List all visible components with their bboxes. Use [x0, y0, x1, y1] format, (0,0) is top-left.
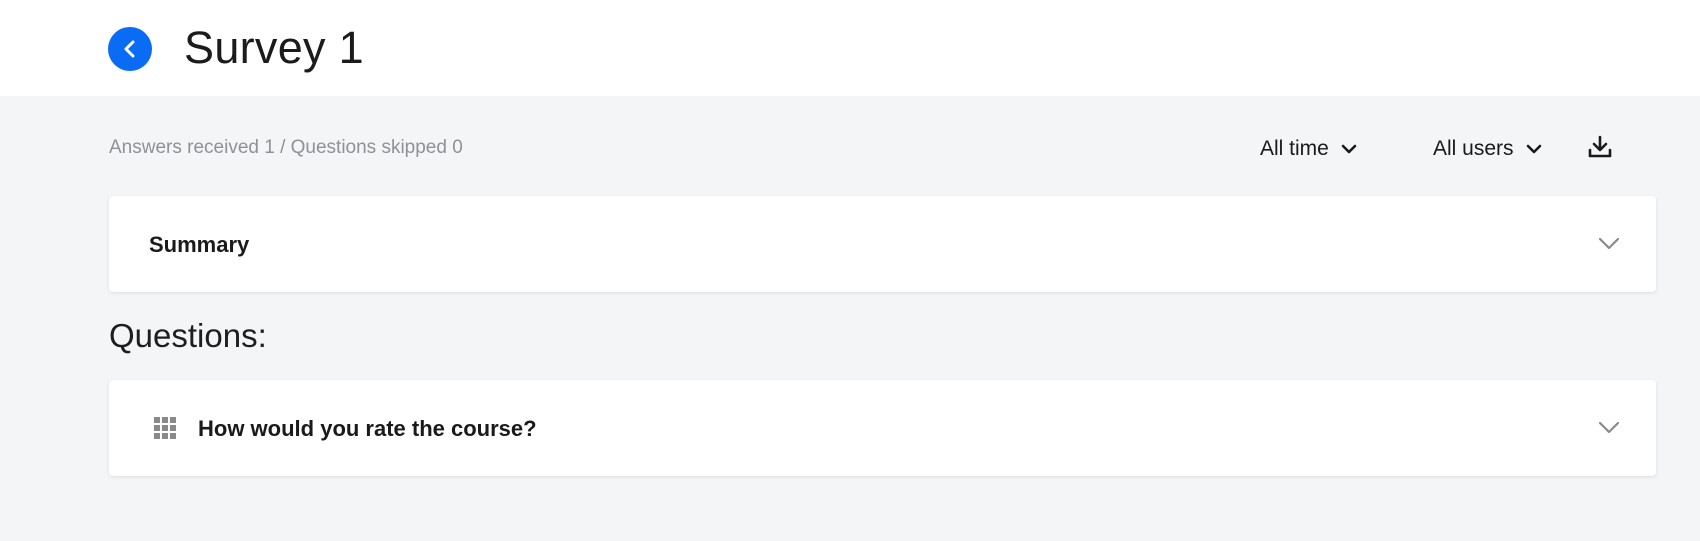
back-button[interactable] — [108, 27, 152, 71]
summary-accordion[interactable]: Summary — [109, 196, 1656, 292]
user-filter-label: All users — [1433, 137, 1514, 160]
time-filter-dropdown[interactable]: All time — [1260, 136, 1357, 162]
grid-icon — [154, 417, 176, 439]
summary-label: Summary — [149, 232, 250, 257]
page-title: Survey 1 — [184, 22, 364, 73]
download-icon[interactable] — [1587, 134, 1613, 160]
chevron-down-icon — [1341, 144, 1357, 154]
answers-stats: Answers received 1 / Questions skipped 0 — [109, 137, 463, 158]
chevron-left-icon — [124, 40, 135, 58]
user-filter-dropdown[interactable]: All users — [1433, 136, 1542, 162]
question-accordion[interactable]: How would you rate the course? — [109, 380, 1656, 476]
questions-heading: Questions: — [109, 317, 267, 354]
question-label: How would you rate the course? — [198, 416, 537, 441]
chevron-down-icon — [1526, 144, 1541, 154]
page-header: Survey 1 — [0, 0, 1700, 96]
chevron-down-icon — [1598, 237, 1620, 250]
chevron-down-icon — [1598, 421, 1620, 434]
time-filter-label: All time — [1260, 137, 1329, 160]
